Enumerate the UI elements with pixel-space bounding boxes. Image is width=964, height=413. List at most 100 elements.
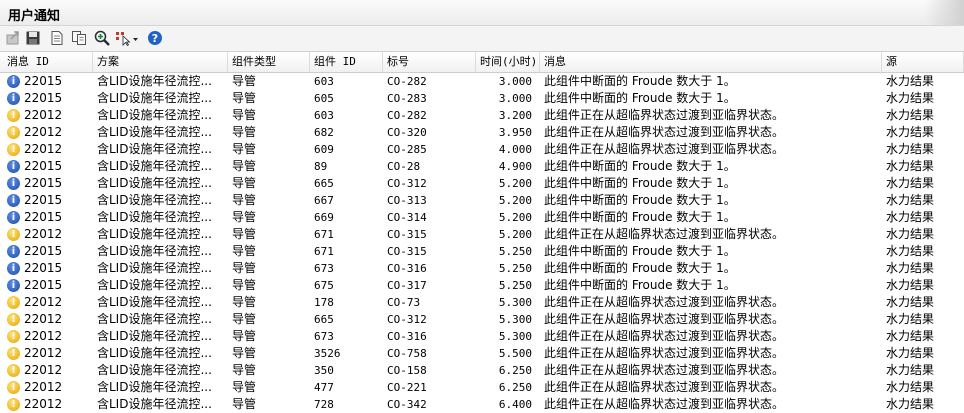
cell-scenario: 含LID设施年径流控... xyxy=(97,380,212,394)
select-dropdown-icon xyxy=(116,32,138,46)
select-dropdown-button[interactable] xyxy=(114,28,142,48)
cell-time: 5.200 xyxy=(498,177,532,190)
cell-component-id: 603 xyxy=(314,109,334,122)
cell-source: 水力结果 xyxy=(886,74,935,88)
table-row[interactable]: i 22015 含LID设施年径流控... 导管 669 CO-314 5.200 此组件中断… xyxy=(0,209,964,226)
cell-message: 此组件正在从超临界状态过渡到亚临界状态。 xyxy=(544,108,785,122)
warning-icon: ! xyxy=(7,143,20,156)
cell-source: 水力结果 xyxy=(886,380,935,394)
cell-label: CO-317 xyxy=(387,279,427,292)
cell-source: 水力结果 xyxy=(886,125,935,139)
copy-icon xyxy=(72,31,86,45)
cell-msg-id: 22012 xyxy=(24,125,63,139)
table-row[interactable]: ! 22012 含LID设施年径流控... 导管 609 CO-285 4.000 此组件正在… xyxy=(0,141,964,158)
cell-component-type: 导管 xyxy=(232,125,257,139)
cell-label: CO-316 xyxy=(387,262,427,275)
table-row[interactable]: i 22015 含LID设施年径流控... 导管 673 CO-316 5.250 此组件中断… xyxy=(0,260,964,277)
cell-message: 此组件中断面的 Froude 数大于 1。 xyxy=(544,261,736,275)
cell-label: CO-758 xyxy=(387,347,427,360)
cell-component-type: 导管 xyxy=(232,346,257,360)
help-button[interactable]: ? xyxy=(145,28,165,48)
cell-time: 5.200 xyxy=(498,211,532,224)
column-header-message[interactable]: 消息 xyxy=(540,52,882,72)
column-header-label[interactable]: 标号 xyxy=(383,52,476,72)
warning-icon: ! xyxy=(7,364,20,377)
table-row[interactable]: i 22015 含LID设施年径流控... 导管 667 CO-313 5.200 此组件中断… xyxy=(0,192,964,209)
column-header-scenario[interactable]: 方案 xyxy=(93,52,228,72)
cell-msg-id: 22012 xyxy=(24,380,63,394)
info-icon: i xyxy=(7,262,20,275)
cell-label: CO-313 xyxy=(387,194,427,207)
table-row[interactable]: ! 22012 含LID设施年径流控... 导管 603 CO-282 3.200 此组件正在… xyxy=(0,107,964,124)
cell-scenario: 含LID设施年径流控... xyxy=(97,363,212,377)
cell-component-id: 89 xyxy=(314,160,328,173)
warning-icon: ! xyxy=(7,109,20,122)
cell-message: 此组件正在从超临界状态过渡到亚临界状态。 xyxy=(544,142,785,156)
cell-msg-id: 22015 xyxy=(24,91,63,105)
cell-component-type: 导管 xyxy=(232,159,257,173)
info-icon: i xyxy=(7,211,20,224)
column-header-msg-id[interactable]: 消息 ID xyxy=(0,52,93,72)
zoom-button[interactable] xyxy=(92,28,112,48)
info-icon: i xyxy=(7,245,20,258)
table-row[interactable]: i 22015 含LID设施年径流控... 导管 605 CO-283 3.000 此组件中断… xyxy=(0,90,964,107)
column-header-time[interactable]: 时间(小时) xyxy=(476,52,540,72)
cell-label: CO-312 xyxy=(387,313,427,326)
table-row[interactable]: ! 22012 含LID设施年径流控... 导管 728 CO-342 6.400 此组件正在… xyxy=(0,396,964,413)
cell-source: 水力结果 xyxy=(886,244,935,258)
cell-time: 5.250 xyxy=(498,262,532,275)
info-icon: i xyxy=(7,92,20,105)
cell-scenario: 含LID设施年径流控... xyxy=(97,278,212,292)
cell-scenario: 含LID设施年径流控... xyxy=(97,312,212,326)
cell-time: 5.200 xyxy=(498,194,532,207)
cell-message: 此组件正在从超临界状态过渡到亚临界状态。 xyxy=(544,380,785,394)
cell-message: 此组件中断面的 Froude 数大于 1。 xyxy=(544,176,736,190)
table-row[interactable]: ! 22012 含LID设施年径流控... 导管 682 CO-320 3.950 此组件正在… xyxy=(0,124,964,141)
cell-msg-id: 22015 xyxy=(24,278,63,292)
cell-component-id: 673 xyxy=(314,330,334,343)
cell-message: 此组件正在从超临界状态过渡到亚临界状态。 xyxy=(544,346,785,360)
cell-component-id: 477 xyxy=(314,381,334,394)
copy-button[interactable] xyxy=(69,28,89,48)
cell-msg-id: 22015 xyxy=(24,159,63,173)
cell-msg-id: 22012 xyxy=(24,346,63,360)
table-row[interactable]: i 22015 含LID设施年径流控... 导管 675 CO-317 5.250 此组件中断… xyxy=(0,277,964,294)
column-header-component-type[interactable]: 组件类型 xyxy=(228,52,310,72)
cell-scenario: 含LID设施年径流控... xyxy=(97,397,212,411)
column-header-source[interactable]: 源 xyxy=(882,52,964,72)
cell-time: 5.250 xyxy=(498,279,532,292)
table-row[interactable]: ! 22012 含LID设施年径流控... 导管 350 CO-158 6.250 此组件正在… xyxy=(0,362,964,379)
export-button[interactable] xyxy=(3,28,23,48)
warning-icon: ! xyxy=(7,347,20,360)
table-row[interactable]: ! 22012 含LID设施年径流控... 导管 477 CO-221 6.250 此组件正在… xyxy=(0,379,964,396)
table-row[interactable]: i 22015 含LID设施年径流控... 导管 665 CO-312 5.200 此组件中断… xyxy=(0,175,964,192)
table-row[interactable]: i 22015 含LID设施年径流控... 导管 89 CO-28 4.900 此组件中断面的… xyxy=(0,158,964,175)
table-row[interactable]: ! 22012 含LID设施年径流控... 导管 178 CO-73 5.300 此组件正在从… xyxy=(0,294,964,311)
cell-scenario: 含LID设施年径流控... xyxy=(97,261,212,275)
cell-component-type: 导管 xyxy=(232,210,257,224)
cell-scenario: 含LID设施年径流控... xyxy=(97,244,212,258)
table-row[interactable]: i 22015 含LID设施年径流控... 导管 671 CO-315 5.250 此组件中断… xyxy=(0,243,964,260)
table-row[interactable]: ! 22012 含LID设施年径流控... 导管 3526 CO-758 5.500 此组件正… xyxy=(0,345,964,362)
cell-msg-id: 22015 xyxy=(24,261,63,275)
cell-source: 水力结果 xyxy=(886,210,935,224)
table-row[interactable]: ! 22012 含LID设施年径流控... 导管 671 CO-315 5.200 此组件正在… xyxy=(0,226,964,243)
table-row[interactable]: ! 22012 含LID设施年径流控... 导管 673 CO-316 5.300 此组件正在… xyxy=(0,328,964,345)
cell-source: 水力结果 xyxy=(886,176,935,190)
cell-message: 此组件中断面的 Froude 数大于 1。 xyxy=(544,278,736,292)
save-button[interactable] xyxy=(23,28,43,48)
table-row[interactable]: i 22015 含LID设施年径流控... 导管 603 CO-282 3.000 此组件中断… xyxy=(0,73,964,90)
column-header-component-id[interactable]: 组件 ID xyxy=(310,52,383,72)
table-row[interactable]: ! 22012 含LID设施年径流控... 导管 665 CO-312 5.300 此组件正在… xyxy=(0,311,964,328)
document-button[interactable] xyxy=(47,28,67,48)
info-icon: i xyxy=(7,279,20,292)
cell-source: 水力结果 xyxy=(886,159,935,173)
warning-icon: ! xyxy=(7,126,20,139)
zoom-icon xyxy=(94,30,110,46)
cell-label: CO-283 xyxy=(387,92,427,105)
cell-message: 此组件中断面的 Froude 数大于 1。 xyxy=(544,244,736,258)
cell-component-id: 603 xyxy=(314,75,334,88)
cell-component-id: 671 xyxy=(314,245,334,258)
cell-time: 3.200 xyxy=(498,109,532,122)
cell-component-type: 导管 xyxy=(232,227,257,241)
